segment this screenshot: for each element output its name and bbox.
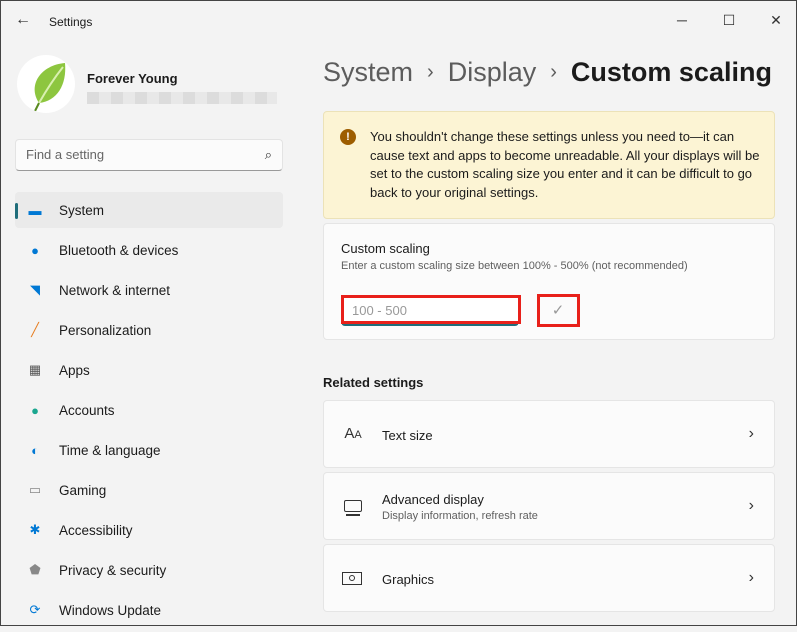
sidebar-item-label: Bluetooth & devices: [59, 242, 179, 258]
window-title: Settings: [49, 15, 93, 29]
clock-globe-icon: ◐: [31, 442, 39, 458]
sidebar-item-network-internet[interactable]: ◥ Network & internet: [15, 272, 283, 308]
back-arrow-icon[interactable]: ←: [15, 11, 31, 29]
title-bar: ← Settings ─ ☐ ✕: [1, 1, 797, 41]
chevron-right-icon: ›: [550, 61, 557, 83]
sidebar-item-bluetooth-devices[interactable]: ● Bluetooth & devices: [15, 232, 283, 268]
sidebar-item-apps[interactable]: ▦ Apps: [15, 352, 283, 388]
accessibility-icon: ✱: [29, 522, 41, 537]
system-icon: ▬: [28, 202, 42, 218]
user-name: Forever Young: [87, 71, 178, 86]
sidebar-item-label: Network & internet: [59, 282, 171, 298]
sidebar-item-label: Personalization: [59, 322, 152, 338]
sidebar-item-accessibility[interactable]: ✱ Accessibility: [15, 512, 283, 548]
sidebar-item-label: Accounts: [59, 402, 115, 418]
close-button[interactable]: ✕: [753, 5, 797, 35]
maximize-button[interactable]: ☐: [706, 5, 752, 35]
chevron-right-icon: ›: [427, 61, 434, 83]
chevron-right-icon: ›: [748, 569, 754, 586]
sidebar-item-windows-update[interactable]: ⟳ Windows Update: [15, 592, 283, 628]
graphics-link[interactable]: Graphics ›: [323, 544, 775, 612]
user-email-redacted: [87, 92, 277, 104]
breadcrumb-display[interactable]: Display: [448, 57, 537, 87]
highlight-box: [537, 294, 580, 327]
sidebar-item-label: System: [59, 202, 105, 218]
custom-scaling-card: Custom scaling Enter a custom scaling si…: [323, 223, 775, 340]
sidebar-item-label: Apps: [59, 362, 90, 378]
bluetooth-icon: ●: [31, 242, 39, 258]
minimize-button[interactable]: ─: [659, 5, 705, 35]
chevron-right-icon: ›: [748, 497, 754, 514]
custom-scaling-subtitle: Enter a custom scaling size between 100%…: [341, 260, 688, 272]
highlight-box: [341, 295, 521, 324]
related-item-title: Text size: [382, 428, 433, 443]
search-input[interactable]: Find a setting ⌕: [15, 139, 283, 171]
search-placeholder: Find a setting: [26, 147, 105, 162]
sidebar-nav: ▬ System ● Bluetooth & devices ◥ Network & in…: [15, 192, 283, 632]
warning-icon: !: [340, 129, 356, 145]
update-icon: ⟳: [29, 602, 41, 617]
related-item-title: Graphics: [382, 572, 435, 587]
sidebar-item-label: Accessibility: [59, 522, 133, 538]
related-item-subtitle: Display information, refresh rate: [382, 510, 538, 522]
sidebar-item-privacy-security[interactable]: ⬟ Privacy & security: [15, 552, 283, 588]
apps-icon: ▦: [28, 362, 42, 377]
avatar[interactable]: [17, 55, 75, 113]
related-item-title: Advanced display: [382, 492, 484, 507]
breadcrumb-system[interactable]: System: [323, 57, 413, 87]
sidebar-item-accounts[interactable]: ● Accounts: [15, 392, 283, 428]
breadcrumb: System › Display › Custom scaling: [323, 57, 772, 88]
brush-icon: ╱: [31, 322, 39, 337]
controller-icon: ▭: [28, 482, 42, 497]
warning-banner: ! You shouldn't change these settings un…: [323, 111, 775, 219]
wifi-icon: ◥: [30, 282, 40, 297]
sidebar-item-gaming[interactable]: ▭ Gaming: [15, 472, 283, 508]
text-size-icon: AA: [344, 425, 362, 442]
warning-text: You shouldn't change these settings unle…: [370, 129, 760, 200]
sidebar-item-personalization[interactable]: ╱ Personalization: [15, 312, 283, 348]
shield-icon: ⬟: [29, 562, 41, 577]
sidebar-item-label: Windows Update: [59, 602, 162, 618]
advanced-display-link[interactable]: Advanced display Display information, re…: [323, 472, 775, 540]
sidebar-item-label: Time & language: [59, 442, 161, 458]
sidebar-item-label: Privacy & security: [59, 562, 167, 578]
chevron-right-icon: ›: [748, 425, 754, 442]
page-title: Custom scaling: [570, 57, 772, 87]
search-icon: ⌕: [264, 147, 272, 162]
related-settings-heading: Related settings: [323, 375, 424, 390]
graphics-card-icon: [342, 569, 364, 589]
monitor-icon: [342, 497, 364, 517]
person-icon: ●: [31, 402, 39, 418]
text-size-link[interactable]: AA Text size ›: [323, 400, 775, 468]
sidebar-item-system[interactable]: ▬ System: [15, 192, 283, 228]
sidebar-item-time-language[interactable]: ◐ Time & language: [15, 432, 283, 468]
custom-scaling-title: Custom scaling: [341, 241, 430, 256]
sidebar-item-label: Gaming: [59, 482, 107, 498]
